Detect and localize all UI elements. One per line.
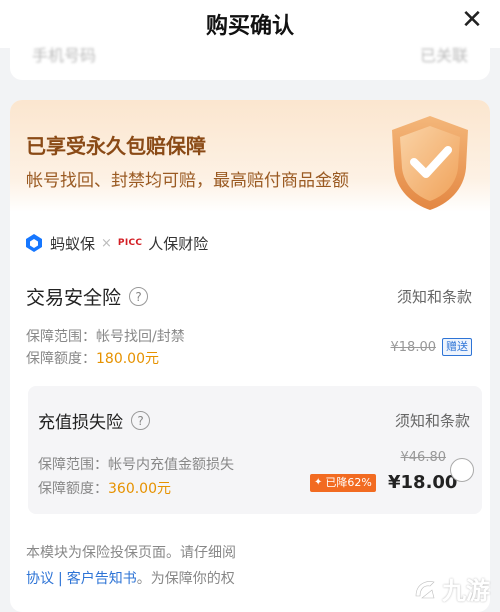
original-price: ¥18.00: [390, 339, 437, 355]
scope-label: 保障范围：: [26, 329, 96, 345]
policy-topup-scope: 保障范围：帐号内充值金额损失: [38, 454, 234, 474]
insurer-ant: 蚂蚁保: [50, 234, 96, 253]
policy-topup-title: 充值损失险 ?: [38, 408, 150, 433]
amount-value: 360.00元: [108, 481, 171, 497]
account-label: 手机号码: [32, 46, 97, 65]
account-status: 已关联: [419, 46, 468, 65]
scope-value: 帐号找回/封禁: [96, 329, 185, 345]
policy-topup-terms-link[interactable]: 须知和条款: [395, 410, 470, 431]
customer-notice-link[interactable]: 客户告知书: [67, 571, 137, 587]
policy-main-amount: 保障额度：180.00元: [26, 348, 159, 368]
policy-topup-name: 充值损失险: [38, 413, 123, 433]
policy-main-name: 交易安全险: [26, 287, 122, 309]
watermark: 九游: [412, 571, 490, 606]
scope-value: 帐号内充值金额损失: [108, 457, 234, 473]
scope-label: 保障范围：: [38, 457, 108, 473]
insurer-row: 蚂蚁保 × PICC 人保财险: [24, 230, 208, 256]
policy-main-scope: 保障范围：帐号找回/封禁: [26, 326, 185, 346]
watermark-logo-icon: [415, 580, 435, 598]
help-icon[interactable]: ?: [129, 287, 149, 306]
policy-topup-card[interactable]: 充值损失险 ? 须知和条款 保障范围：帐号内充值金额损失 保障额度：360.00…: [28, 386, 482, 514]
link-separator: |: [58, 571, 63, 587]
policy-topup-amount: 保障额度：360.00元: [38, 478, 171, 498]
account-strip: 手机号码 已关联: [10, 40, 490, 80]
original-price: ¥46.80: [400, 450, 447, 465]
insurer-picc: 人保财险: [148, 234, 209, 253]
picc-logo-icon: PICC: [117, 238, 143, 248]
amount-label: 保障额度：: [38, 481, 108, 497]
policy-main-price: ¥18.00 赠送: [390, 338, 472, 356]
policy-main-terms-link[interactable]: 须知和条款: [397, 286, 472, 307]
amount-label: 保障额度：: [26, 351, 96, 367]
banner-title: 已享受永久包赔保障: [26, 134, 206, 158]
watermark-text: 九游: [442, 577, 490, 605]
gift-badge: 赠送: [442, 338, 472, 356]
page-title: 购买确认: [205, 14, 294, 39]
policy-main-title: 交易安全险 ?: [26, 283, 149, 310]
amount-value: 180.00元: [96, 351, 159, 367]
flame-icon: ✦: [314, 477, 323, 488]
footnote-line1: 本模块为保险投保页面。请仔细阅: [26, 545, 236, 561]
banner-subtitle: 帐号找回、封禁均可赔，最高赔付商品金额: [26, 171, 349, 191]
ant-insurance-logo-icon: [26, 234, 42, 252]
insurer-separator: ×: [101, 235, 112, 251]
footnote-line2: 。为保障你的权: [136, 571, 235, 587]
agreement-link[interactable]: 协议: [26, 571, 54, 587]
close-icon[interactable]: ✕: [458, 6, 486, 34]
current-price: ¥18.00: [388, 472, 458, 493]
shield-check-icon: [392, 116, 468, 210]
help-icon[interactable]: ?: [131, 411, 150, 430]
guarantee-banner: 已享受永久包赔保障 帐号找回、封禁均可赔，最高赔付商品金额: [10, 100, 490, 212]
select-radio[interactable]: [450, 458, 474, 482]
discount-text: 已降62%: [325, 476, 372, 489]
discount-badge: ✦ 已降62%: [310, 474, 376, 492]
insurance-card: 已享受永久包赔保障 帐号找回、封禁均可赔，最高赔付商品金额 蚂蚁保 × PICC…: [10, 100, 490, 612]
footnote: 本模块为保险投保页面。请仔细阅 协议 | 客户告知书。为保障你的权: [26, 540, 426, 592]
